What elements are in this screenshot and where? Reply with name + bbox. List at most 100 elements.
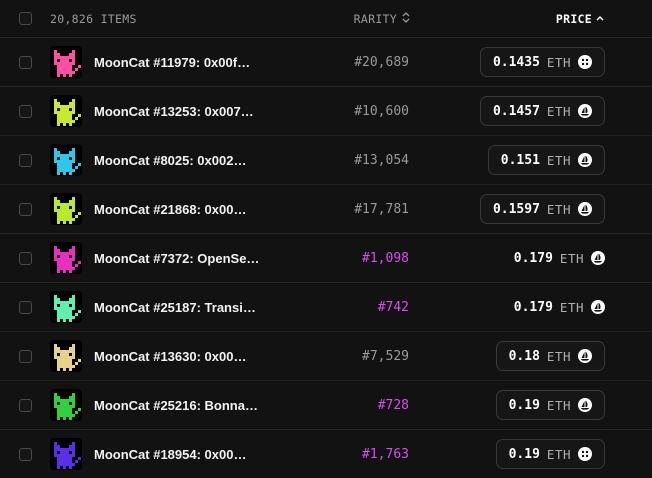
select-all-checkbox[interactable] bbox=[19, 12, 32, 25]
price-currency: ETH bbox=[559, 299, 584, 315]
price-cell: 0.19 ETH bbox=[495, 439, 605, 469]
price-button[interactable]: 0.19 ETH bbox=[495, 390, 605, 420]
price-cell: 0.151 ETH bbox=[487, 145, 605, 175]
item-name[interactable]: MoonCat #7372: OpenSe… bbox=[94, 251, 264, 266]
item-thumbnail[interactable] bbox=[50, 340, 82, 372]
price-value: 0.179 bbox=[513, 250, 553, 266]
rarity-rank: #7,529 bbox=[362, 348, 409, 364]
item-count: 20,826 ITEMS bbox=[50, 11, 137, 26]
price-value: 0.179 bbox=[513, 299, 553, 315]
price-cell: 0.179 ETH bbox=[514, 251, 605, 266]
row-checkbox[interactable] bbox=[19, 300, 32, 314]
price-cell: 0.19 ETH bbox=[495, 390, 605, 420]
sort-icon bbox=[402, 12, 410, 25]
price-header-label: PRICE bbox=[555, 11, 592, 26]
caret-up-icon bbox=[596, 15, 604, 23]
item-name[interactable]: MoonCat #11979: 0x00f… bbox=[94, 55, 264, 70]
price-value: 0.151 bbox=[500, 152, 540, 168]
item-name[interactable]: MoonCat #25187: Transi… bbox=[94, 300, 264, 315]
price-button[interactable]: 0.1435 ETH bbox=[479, 47, 605, 77]
price-cell: 0.1457 ETH bbox=[479, 96, 605, 126]
item-thumbnail[interactable] bbox=[50, 193, 82, 225]
item-thumbnail[interactable] bbox=[50, 291, 82, 323]
item-name[interactable]: MoonCat #8025: 0x002… bbox=[94, 153, 264, 168]
table-row[interactable]: MoonCat #8025: 0x002… #13,054 0.151 ETH bbox=[0, 136, 652, 185]
blur-icon bbox=[578, 55, 592, 69]
item-thumbnail[interactable] bbox=[50, 389, 82, 421]
table-row[interactable]: MoonCat #7372: OpenSe… #1,098 0.179 ETH bbox=[0, 234, 652, 283]
rarity-rank: #1,763 bbox=[362, 446, 409, 462]
rarity-rank: #728 bbox=[377, 397, 409, 413]
opensea-icon bbox=[578, 104, 592, 118]
item-name[interactable]: MoonCat #13253: 0x007… bbox=[94, 104, 264, 119]
price-value: 0.19 bbox=[508, 397, 540, 413]
opensea-icon bbox=[591, 300, 605, 314]
item-thumbnail[interactable] bbox=[50, 242, 82, 274]
opensea-icon bbox=[578, 153, 592, 167]
rarity-rank: #17,781 bbox=[354, 201, 409, 217]
price-button[interactable]: 0.1597 ETH bbox=[479, 194, 605, 224]
row-checkbox[interactable] bbox=[19, 447, 32, 461]
opensea-icon bbox=[591, 251, 605, 265]
rarity-rank: #742 bbox=[377, 299, 409, 315]
row-checkbox[interactable] bbox=[19, 398, 32, 412]
rarity-rank: #13,054 bbox=[354, 152, 409, 168]
row-checkbox[interactable] bbox=[19, 349, 32, 363]
price-cell: 0.1597 ETH bbox=[479, 194, 605, 224]
table-row[interactable]: MoonCat #13630: 0x00… #7,529 0.18 ETH bbox=[0, 332, 652, 381]
price-cell: 0.1435 ETH bbox=[479, 47, 605, 77]
row-checkbox[interactable] bbox=[19, 55, 32, 69]
price-currency: ETH bbox=[546, 446, 571, 462]
price-currency: ETH bbox=[546, 103, 571, 119]
item-thumbnail[interactable] bbox=[50, 46, 82, 78]
price-currency: ETH bbox=[546, 54, 571, 70]
table-header: 20,826 ITEMS RARITY PRICE bbox=[0, 0, 652, 38]
table-body: MoonCat #11979: 0x00f… #20,689 0.1435 ET… bbox=[0, 38, 652, 478]
blur-icon bbox=[578, 447, 592, 461]
price-button[interactable]: 0.151 ETH bbox=[487, 145, 605, 175]
row-checkbox[interactable] bbox=[19, 202, 32, 216]
table-row[interactable]: MoonCat #25187: Transi… #742 0.179 ETH bbox=[0, 283, 652, 332]
price-value: 0.1597 bbox=[492, 201, 540, 217]
table-row[interactable]: MoonCat #21868: 0x00… #17,781 0.1597 ETH bbox=[0, 185, 652, 234]
price-cell: 0.18 ETH bbox=[495, 341, 605, 371]
price-button[interactable]: 0.19 ETH bbox=[495, 439, 605, 469]
item-thumbnail[interactable] bbox=[50, 438, 82, 470]
row-checkbox[interactable] bbox=[19, 251, 32, 265]
price-value: 0.1457 bbox=[492, 103, 540, 119]
row-checkbox[interactable] bbox=[19, 104, 32, 118]
price-button[interactable]: 0.18 ETH bbox=[495, 341, 605, 371]
price-currency: ETH bbox=[546, 152, 571, 168]
price-currency: ETH bbox=[559, 250, 584, 266]
rarity-header-label: RARITY bbox=[353, 11, 397, 26]
table-row[interactable]: MoonCat #25216: Bonna… #728 0.19 ETH bbox=[0, 381, 652, 430]
rarity-rank: #1,098 bbox=[362, 250, 409, 266]
price-currency: ETH bbox=[546, 348, 571, 364]
table-row[interactable]: MoonCat #11979: 0x00f… #20,689 0.1435 ET… bbox=[0, 38, 652, 87]
row-checkbox[interactable] bbox=[19, 153, 32, 167]
item-name[interactable]: MoonCat #13630: 0x00… bbox=[94, 349, 264, 364]
opensea-icon bbox=[578, 202, 592, 216]
opensea-icon bbox=[578, 398, 592, 412]
rarity-rank: #20,689 bbox=[354, 54, 409, 70]
price-value: 0.1435 bbox=[492, 54, 540, 70]
price-currency: ETH bbox=[546, 397, 571, 413]
price-value: 0.18 bbox=[508, 348, 540, 364]
price-display: 0.179 ETH bbox=[514, 300, 605, 315]
items-table: 20,826 ITEMS RARITY PRICE MoonCat #11979… bbox=[0, 0, 652, 478]
item-thumbnail[interactable] bbox=[50, 144, 82, 176]
item-name[interactable]: MoonCat #21868: 0x00… bbox=[94, 202, 264, 217]
price-cell: 0.179 ETH bbox=[514, 300, 605, 315]
price-value: 0.19 bbox=[508, 446, 540, 462]
price-button[interactable]: 0.1457 ETH bbox=[479, 96, 605, 126]
table-row[interactable]: MoonCat #18954: 0x00… #1,763 0.19 ETH bbox=[0, 430, 652, 478]
rarity-sort-header[interactable]: RARITY bbox=[354, 12, 410, 26]
price-display: 0.179 ETH bbox=[514, 251, 605, 266]
item-thumbnail[interactable] bbox=[50, 95, 82, 127]
price-currency: ETH bbox=[546, 201, 571, 217]
rarity-rank: #10,600 bbox=[354, 103, 409, 119]
item-name[interactable]: MoonCat #25216: Bonna… bbox=[94, 398, 264, 413]
price-sort-header[interactable]: PRICE bbox=[556, 12, 604, 26]
table-row[interactable]: MoonCat #13253: 0x007… #10,600 0.1457 ET… bbox=[0, 87, 652, 136]
item-name[interactable]: MoonCat #18954: 0x00… bbox=[94, 447, 264, 462]
